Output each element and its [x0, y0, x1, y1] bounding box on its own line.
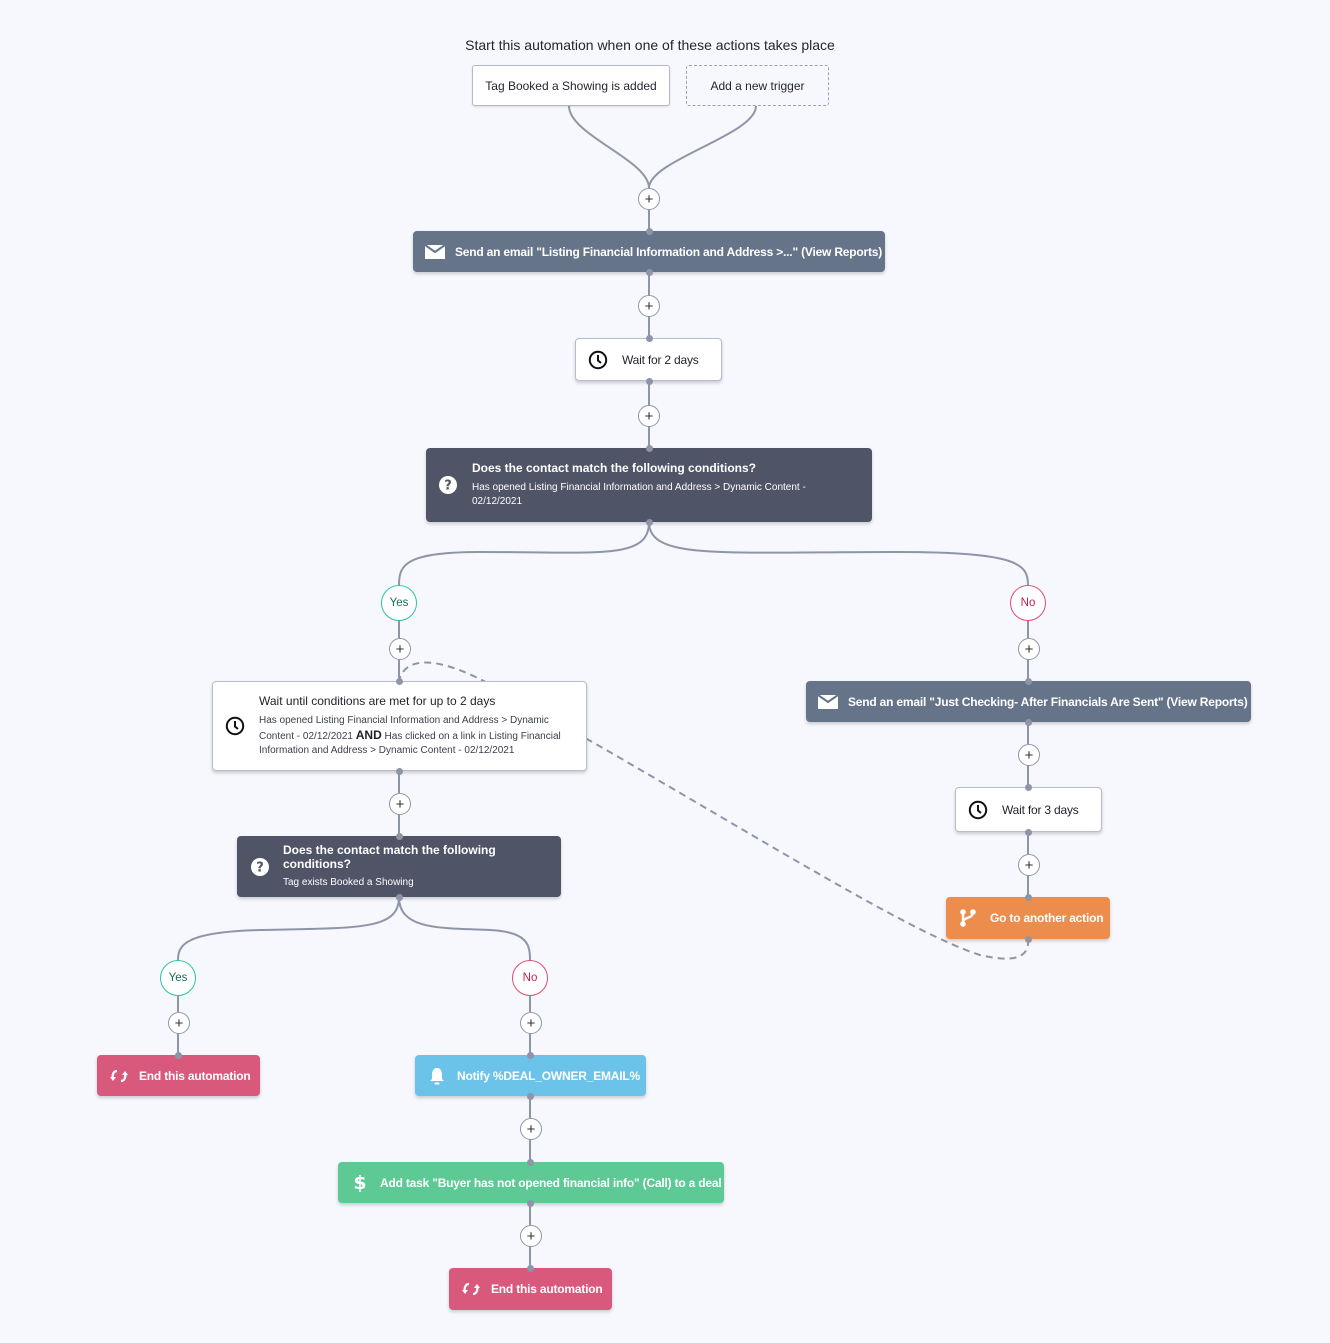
condition-step[interactable]: ? Does the contact match the following c…: [237, 836, 561, 897]
connector-lines: [177, 105, 1030, 1268]
add-step-button[interactable]: +: [168, 1012, 190, 1034]
connector-dot: [1025, 719, 1032, 726]
question-icon: ?: [250, 857, 270, 877]
svg-text:?: ?: [256, 860, 264, 875]
connector-dot: [646, 519, 653, 526]
connector-dot: [527, 1159, 534, 1166]
branch-icon: [958, 908, 978, 928]
clock-icon: [588, 350, 608, 370]
condition-title: Does the contact match the following con…: [283, 843, 496, 871]
connector-branch2-yes: [177, 896, 400, 961]
add-task-step[interactable]: $ Add task "Buyer has not opened financi…: [338, 1162, 724, 1203]
condition-detail-date: 02/12/2021: [472, 496, 523, 507]
add-step-button[interactable]: +: [1018, 854, 1040, 876]
wait-step[interactable]: Wait for 3 days: [955, 787, 1102, 832]
add-trigger-button[interactable]: Add a new trigger: [686, 65, 829, 106]
connector-dot: [396, 833, 403, 840]
add-step-button[interactable]: +: [389, 793, 411, 815]
connector-dot: [175, 1052, 182, 1059]
no-branch-badge[interactable]: No: [1010, 585, 1046, 621]
notify-step[interactable]: Notify %DEAL_OWNER_EMAIL%: [415, 1055, 646, 1096]
connector-dot: [646, 445, 653, 452]
connector-branch1-no: [648, 521, 1029, 586]
wait-label: Wait for 2 days: [622, 352, 699, 367]
yes-branch-badge[interactable]: Yes: [381, 585, 417, 621]
connector-dot: [1025, 936, 1032, 943]
envelope-icon: [425, 242, 445, 262]
connector-dot: [527, 1093, 534, 1100]
connector-branch2-no: [398, 896, 531, 961]
connector-dot: [1025, 784, 1032, 791]
connector-trigger1: [568, 105, 650, 189]
end-loop-icon: [461, 1279, 481, 1299]
notify-label: Notify %DEAL_OWNER_EMAIL%: [457, 1068, 641, 1083]
add-step-button[interactable]: +: [638, 188, 660, 210]
end-loop-icon: [109, 1066, 129, 1086]
condition-title: Does the contact match the following con…: [472, 461, 757, 475]
connector-dot: [1025, 678, 1032, 685]
connector-trigger2: [648, 105, 757, 189]
end-automation-step[interactable]: End this automation: [449, 1268, 612, 1310]
trigger-heading: Start this automation when one of these …: [465, 37, 835, 53]
add-step-button[interactable]: +: [520, 1012, 542, 1034]
wait-until-title: Wait until conditions are met for up to …: [259, 694, 496, 708]
end-automation-label: End this automation: [491, 1282, 603, 1296]
add-step-button[interactable]: +: [389, 638, 411, 660]
clock-icon: [225, 716, 245, 736]
connector-dot: [1025, 829, 1032, 836]
condition-detail: Tag exists Booked a Showing: [283, 877, 414, 888]
connector-dot: [527, 1200, 534, 1207]
connector-dot: [527, 1265, 534, 1272]
connector-dot: [646, 269, 653, 276]
add-step-button[interactable]: +: [1018, 638, 1040, 660]
and-joiner: AND: [355, 728, 382, 742]
question-icon: ?: [438, 475, 458, 495]
send-email-step[interactable]: Send an email "Listing Financial Informa…: [413, 231, 885, 272]
connector-dot: [396, 678, 403, 685]
yes-branch-badge[interactable]: Yes: [160, 960, 196, 996]
end-automation-step[interactable]: End this automation: [97, 1055, 260, 1096]
connector-dot: [1025, 894, 1032, 901]
condition-step[interactable]: ? Does the contact match the following c…: [426, 448, 872, 522]
end-automation-label: End this automation: [139, 1068, 251, 1083]
connector-dot: [646, 228, 653, 235]
wait-until-step[interactable]: Wait until conditions are met for up to …: [212, 681, 587, 771]
add-step-button[interactable]: +: [520, 1225, 542, 1247]
connector-dot: [646, 335, 653, 342]
condition-detail: Has opened Listing Financial Information…: [472, 482, 806, 493]
clock-icon: [968, 800, 988, 820]
connector-dot: [646, 378, 653, 385]
wait-step[interactable]: Wait for 2 days: [575, 338, 722, 381]
send-email-label: Send an email "Listing Financial Informa…: [455, 244, 883, 259]
connector-branch1-yes: [398, 521, 650, 586]
wait-label: Wait for 3 days: [1002, 802, 1079, 817]
add-step-button[interactable]: +: [520, 1118, 542, 1140]
no-branch-badge[interactable]: No: [512, 960, 548, 996]
trigger-tag-added[interactable]: Tag Booked a Showing is added: [472, 65, 670, 106]
send-email-step[interactable]: Send an email "Just Checking- After Fina…: [806, 681, 1251, 722]
connector-dot: [527, 1052, 534, 1059]
dollar-icon: $: [353, 1171, 367, 1194]
connector-dot: [396, 894, 403, 901]
add-step-button[interactable]: +: [638, 295, 660, 317]
add-step-button[interactable]: +: [638, 405, 660, 427]
bell-icon: [427, 1066, 447, 1086]
add-step-button[interactable]: +: [1018, 744, 1040, 766]
go-to-action-step[interactable]: Go to another action: [946, 897, 1110, 939]
svg-text:?: ?: [444, 479, 452, 494]
go-to-action-label: Go to another action: [990, 911, 1104, 925]
envelope-icon: [818, 692, 838, 712]
add-task-label: Add task "Buyer has not opened financial…: [380, 1175, 722, 1190]
send-email-label: Send an email "Just Checking- After Fina…: [848, 694, 1248, 709]
connector-dot: [396, 768, 403, 775]
